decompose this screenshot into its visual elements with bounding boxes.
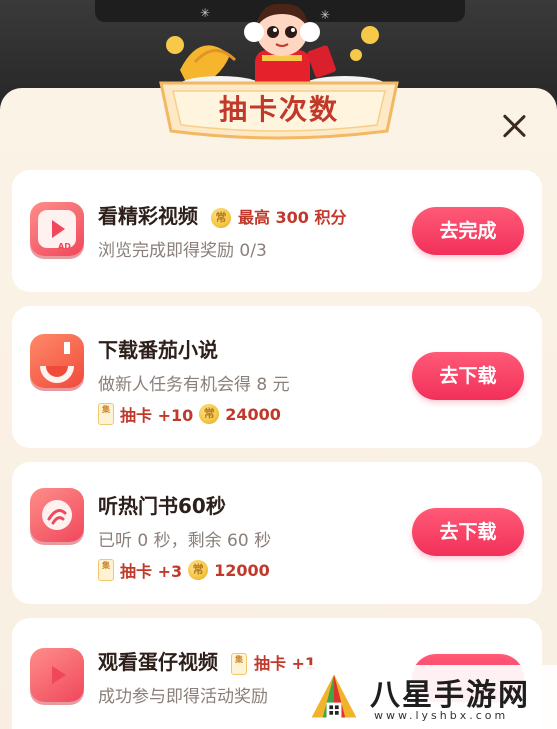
card-ticket-icon: 集 bbox=[98, 403, 114, 425]
card-ticket-icon: 集 bbox=[98, 559, 114, 581]
close-button[interactable] bbox=[498, 110, 530, 142]
task-reward: 集 抽卡 +10 常 24000 bbox=[98, 402, 281, 426]
coin-icon: 常 bbox=[210, 207, 231, 228]
complete-button[interactable]: 去完成 bbox=[412, 207, 524, 255]
task-subtitle: 已听 0 秒，剩余 60 秒 bbox=[98, 531, 272, 551]
audio-book-icon bbox=[30, 488, 84, 542]
svg-text:AD: AD bbox=[58, 242, 71, 251]
task-card: AD 看精彩视频 常 最高 300 积分 浏览完成即得奖励 0/3 去完成 bbox=[12, 170, 542, 292]
task-highlight: 最高 300 积分 bbox=[237, 208, 347, 227]
task-subtitle: 成功参与即得活动奖励 bbox=[98, 687, 268, 707]
task-subtitle: 做新人任务有机会得 8 元 bbox=[98, 375, 290, 395]
ad-video-icon: AD bbox=[30, 202, 84, 256]
task-title: 看精彩视频 常 最高 300 积分 bbox=[98, 204, 347, 228]
reward-cards: 抽卡 +10 bbox=[120, 406, 194, 425]
reward-cards: 抽卡 +3 bbox=[120, 562, 183, 581]
reward-points: 12000 bbox=[214, 560, 270, 580]
card-ticket-icon: 集 bbox=[230, 652, 247, 675]
task-subtitle: 浏览完成即得奖励 0/3 bbox=[98, 241, 267, 261]
watermark-text: 八星手游网 bbox=[370, 678, 530, 713]
dialog-title: 抽卡次数 bbox=[218, 93, 339, 126]
watermark-logo-icon bbox=[311, 674, 357, 718]
download-button[interactable]: 去下载 bbox=[412, 352, 524, 400]
reward-points: 24000 bbox=[225, 404, 281, 424]
play-video-icon bbox=[30, 648, 84, 702]
task-reward: 集 抽卡 +3 常 12000 bbox=[98, 558, 270, 582]
task-title: 观看蛋仔视频 集 抽卡 +1 bbox=[98, 650, 317, 675]
task-title: 听热门书60秒 bbox=[98, 494, 226, 518]
download-button[interactable]: 去下载 bbox=[412, 508, 524, 556]
task-title: 下载番茄小说 bbox=[98, 338, 218, 362]
coin-icon: 常 bbox=[199, 404, 220, 424]
task-card: 听热门书60秒 已听 0 秒，剩余 60 秒 集 抽卡 +3 常 12000 去… bbox=[12, 462, 542, 604]
coin-icon: 常 bbox=[188, 560, 209, 580]
watermark-url: www.lyshbx.com bbox=[374, 709, 509, 722]
tomato-novel-icon bbox=[30, 334, 84, 388]
task-card: 下载番茄小说 做新人任务有机会得 8 元 集 抽卡 +10 常 24000 去下… bbox=[12, 306, 542, 448]
